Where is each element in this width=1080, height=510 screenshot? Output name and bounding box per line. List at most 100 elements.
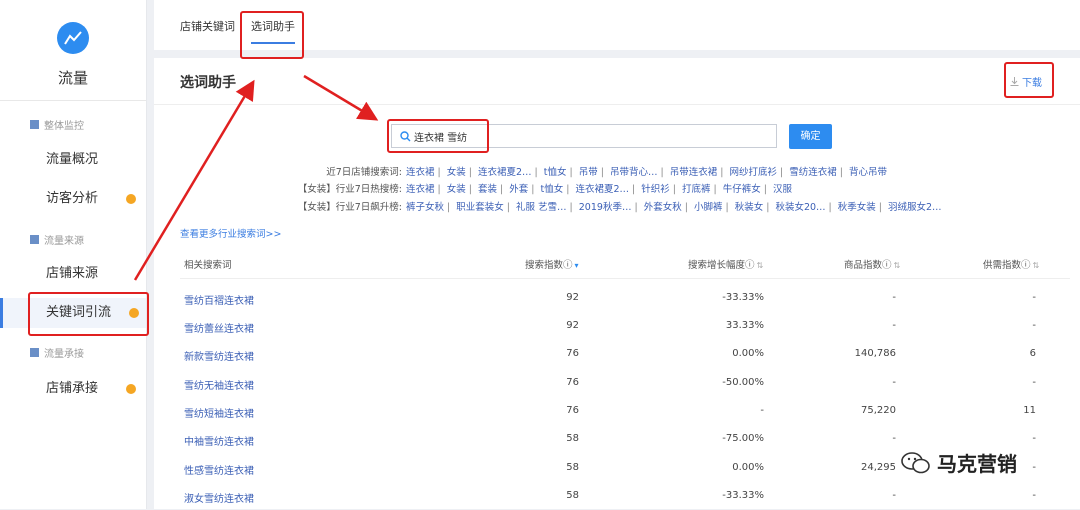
goods-index-cell: -	[892, 433, 896, 444]
col-header-label: 搜索指数	[525, 260, 564, 271]
group-traffic-conversion: 流量承接	[30, 345, 84, 360]
sidebar-item-label: 店铺来源	[46, 266, 99, 281]
col-header-label: 搜索增长幅度	[688, 260, 746, 271]
search-index-cell: 76	[566, 348, 579, 359]
supply-index-cell: -	[1032, 292, 1036, 303]
annotation-box-search	[387, 119, 489, 153]
keyword-link[interactable]: 雪纺蕾丝连衣裙	[184, 320, 254, 335]
keyword-link[interactable]: 牛仔裤女	[723, 184, 761, 195]
keyword-link[interactable]: 打底裤	[682, 184, 711, 195]
keyword-link[interactable]: 外套	[509, 184, 528, 195]
row-label: 【女装】行业7日飙升榜:	[297, 202, 402, 213]
keyword-link[interactable]: 网纱打底衫	[730, 167, 778, 178]
group-icon	[30, 120, 39, 129]
sort-icon[interactable]: ⇅	[894, 261, 901, 270]
keyword-link[interactable]: 连衣裙	[406, 184, 435, 195]
col-header-label: 供需指数	[983, 260, 1022, 271]
keyword-link[interactable]: 雪纺百褶连衣裙	[184, 292, 254, 307]
keyword-link[interactable]: t恤女	[544, 167, 567, 178]
goods-index-cell: 140,786	[854, 348, 896, 359]
keyword-link[interactable]: 性感雪纺连衣裙	[184, 462, 254, 477]
keyword-link[interactable]: 吊带背心…	[610, 167, 658, 178]
sort-desc-icon[interactable]: ▾	[575, 261, 579, 270]
keyword-link[interactable]: 连衣裙夏2…	[575, 184, 629, 195]
annotation-box-tab	[240, 11, 304, 59]
keyword-link[interactable]: 裤子女秋	[406, 202, 444, 213]
page-title: 选词助手	[180, 75, 236, 91]
keyword-link[interactable]: 汉服	[773, 184, 792, 195]
goods-index-cell: 75,220	[861, 405, 896, 416]
sidebar-item-label: 访客分析	[46, 191, 99, 206]
sidebar-item-visitor-analysis[interactable]: 访客分析	[0, 184, 146, 214]
sidebar-item-label: 流量概况	[46, 152, 99, 167]
keyword-link[interactable]: t恤女	[541, 184, 564, 195]
supply-index-cell: 11	[1023, 405, 1036, 416]
sidebar-item-store-source[interactable]: 店铺来源	[0, 259, 146, 289]
help-icon: ⓘ	[882, 260, 892, 271]
keyword-link[interactable]: 职业套装女	[456, 202, 504, 213]
table-header-divider	[180, 278, 1070, 279]
keyword-link[interactable]: 羽绒服女2…	[888, 202, 942, 213]
keyword-link[interactable]: 秋装女20…	[775, 202, 825, 213]
search-index-cell: 58	[566, 490, 579, 501]
keyword-link[interactable]: 套装	[478, 184, 497, 195]
sidebar-item-traffic-overview[interactable]: 流量概况	[0, 145, 146, 175]
search-index-cell: 58	[566, 433, 579, 444]
goods-index-cell: -	[892, 292, 896, 303]
keyword-link[interactable]: 连衣裙	[406, 167, 435, 178]
help-icon: ⓘ	[745, 260, 755, 271]
keyword-link[interactable]: 雪纺无袖连衣裙	[184, 377, 254, 392]
brand-name: 马克营销	[937, 452, 1017, 476]
keyword-link[interactable]: 女装	[447, 184, 466, 195]
annotation-box-download	[1004, 62, 1054, 98]
sidebar-divider	[0, 100, 146, 101]
notification-dot	[126, 194, 136, 204]
keyword-list: 连衣裙 | 女装 | 套装 | 外套 | t恤女 | 连衣裙夏2… | 针织衫 | 打底裤 | …	[406, 184, 793, 195]
keyword-link[interactable]: 针织衫	[641, 184, 670, 195]
keyword-link[interactable]: 新款雪纺连衣裙	[184, 348, 254, 363]
col-header-supply-index[interactable]: 供需指数ⓘ ⇅	[983, 257, 1039, 271]
tab-store-keywords[interactable]: 店铺关键词	[180, 18, 235, 34]
col-header-label: 商品指数	[844, 260, 883, 271]
col-header-goods-index[interactable]: 商品指数ⓘ ⇅	[844, 257, 900, 271]
keyword-link[interactable]: 2019秋季…	[579, 202, 632, 213]
keyword-link[interactable]: 礼服 艺雪…	[516, 202, 567, 213]
col-header-search-index[interactable]: 搜索指数ⓘ ▾	[525, 257, 579, 271]
keyword-link[interactable]: 淑女雪纺连衣裙	[184, 490, 254, 505]
keyword-list: 连衣裙 | 女装 | 连衣裙夏2… | t恤女 | 吊带 | 吊带背心… | 吊带连衣裙 | …	[406, 167, 888, 178]
supply-index-cell: -	[1032, 433, 1036, 444]
keyword-assistant-panel: 选词助手 下载 确定 近7日店铺搜索词: 连衣裙| 女装| 连衣裙夏2…| t恤…	[154, 58, 1080, 509]
sort-icon[interactable]: ⇅	[757, 261, 764, 270]
keyword-link[interactable]: 吊带连衣裙	[670, 167, 718, 178]
keyword-link[interactable]: 秋季女装	[838, 202, 876, 213]
growth-cell: 33.33%	[725, 320, 764, 331]
keyword-link[interactable]: 秋装女	[735, 202, 764, 213]
keyword-link[interactable]: 雪纺短袖连衣裙	[184, 405, 254, 420]
keyword-link[interactable]: 中袖雪纺连衣裙	[184, 433, 254, 448]
keyword-link[interactable]: 外套女秋	[644, 202, 682, 213]
table-row: 新款雪纺连衣裙 76 0.00% 140,786 6	[154, 340, 1080, 368]
keyword-link[interactable]: 小脚裤	[694, 202, 723, 213]
search-index-cell: 92	[566, 320, 579, 331]
more-industry-keywords-link[interactable]: 查看更多行业搜索词>>	[180, 226, 281, 240]
keyword-link[interactable]: 吊带	[579, 167, 598, 178]
sort-icon[interactable]: ⇅	[1033, 261, 1040, 270]
keyword-link[interactable]: 连衣裙夏2…	[478, 167, 532, 178]
annotation-box-sidebar	[28, 292, 149, 336]
traffic-chart-icon	[57, 22, 89, 54]
sidebar-item-store-conversion[interactable]: 店铺承接	[0, 374, 146, 404]
app-title: 流量	[57, 69, 88, 87]
col-header-label: 相关搜索词	[184, 260, 232, 271]
confirm-button[interactable]: 确定	[789, 124, 832, 149]
keyword-link[interactable]: 女装	[447, 167, 466, 178]
goods-index-cell: -	[892, 377, 896, 388]
group-label: 流量承接	[44, 349, 84, 360]
keyword-link[interactable]: 背心吊带	[849, 167, 887, 178]
keyword-link[interactable]: 雪纺连衣裙	[789, 167, 837, 178]
growth-cell: -	[760, 405, 764, 416]
sidebar: 流量 整体监控 流量概况 访客分析 流量来源 店铺来源 关键词引流 流量承接 店…	[0, 0, 147, 509]
row-label: 【女装】行业7日热搜榜:	[297, 184, 402, 195]
growth-cell: 0.00%	[732, 462, 764, 473]
keyword-list: 裤子女秋 | 职业套装女 | 礼服 艺雪… | 2019秋季… | 外套女秋 | 小脚裤 |…	[406, 202, 942, 213]
col-header-growth[interactable]: 搜索增长幅度ⓘ ⇅	[688, 257, 763, 271]
